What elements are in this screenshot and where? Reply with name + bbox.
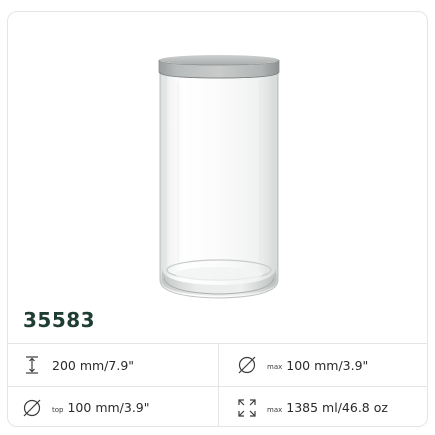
spec-table: 200 mm/7.9" max 100 mm/3.9" top 100 mm/3… — [8, 343, 427, 426]
diameter-icon — [235, 353, 259, 377]
max-prefix: max — [267, 405, 283, 414]
top-prefix: top — [52, 405, 64, 414]
product-sku: 35583 — [23, 308, 96, 332]
diameter-icon — [20, 396, 44, 420]
expand-icon — [235, 396, 259, 420]
max-diameter-value: 100 mm/3.9" — [286, 357, 369, 373]
height-value: 200 mm/7.9" — [52, 357, 135, 373]
spec-capacity: max 1385 ml/46.8 oz — [218, 387, 427, 426]
spec-row: top 100 mm/3.9" max 1385 ml/46.8 oz — [8, 386, 427, 426]
top-diameter-value: 100 mm/3.9" — [67, 400, 150, 415]
product-image — [8, 12, 427, 304]
product-card[interactable]: 35583 200 mm/7.9" max 100 mm/3.9" top 10… — [7, 11, 428, 427]
max-prefix: max — [267, 363, 283, 371]
height-icon — [20, 353, 44, 377]
spec-top-diameter: top 100 mm/3.9" — [8, 387, 218, 426]
spec-height: 200 mm/7.9" — [8, 344, 218, 386]
capacity-value: 1385 ml/46.8 oz — [286, 400, 388, 415]
spec-max-diameter: max 100 mm/3.9" — [218, 344, 427, 386]
spec-row: 200 mm/7.9" max 100 mm/3.9" — [8, 344, 427, 386]
